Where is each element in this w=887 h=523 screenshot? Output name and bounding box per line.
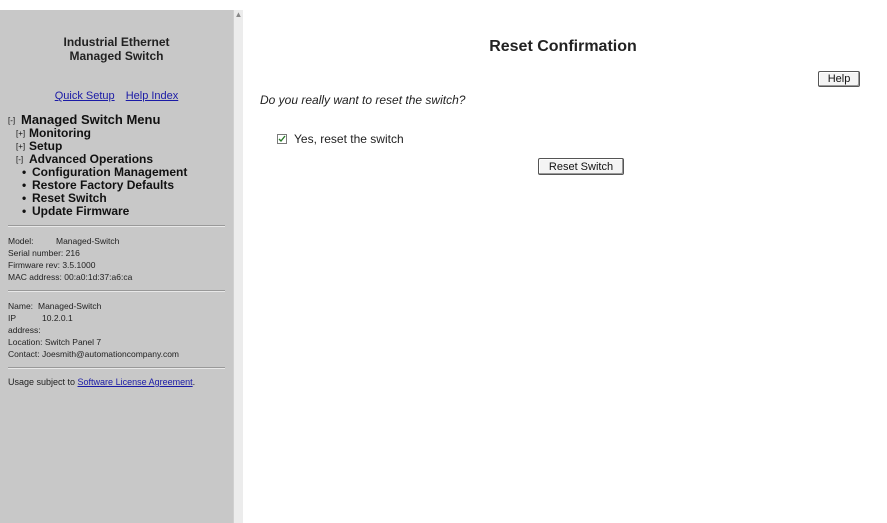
name-row: Name: Managed-Switch <box>8 300 225 312</box>
product-title: Industrial Ethernet Managed Switch <box>8 35 225 63</box>
mac-label: MAC address: <box>8 272 62 282</box>
ip-row: IP address: 10.2.0.1 <box>8 312 225 336</box>
expand-toggle[interactable]: [+] <box>16 127 29 140</box>
menu-root-label[interactable]: Managed Switch Menu <box>21 112 160 127</box>
ip-value: 10.2.0.1 <box>42 313 73 323</box>
model-row: Model: Managed-Switch <box>8 235 225 247</box>
contact-row: Contact: Joesmith@automationcompany.com <box>8 348 225 360</box>
serial-row: Serial number: 216 <box>8 247 225 259</box>
usage-suffix: . <box>192 377 196 387</box>
collapse-toggle[interactable]: [-] <box>8 114 21 127</box>
quick-setup-link[interactable]: Quick Setup <box>55 90 115 102</box>
location-row: Location: Switch Panel 7 <box>8 336 225 348</box>
menu-item-label[interactable]: Reset Switch <box>32 191 107 205</box>
expand-toggle[interactable]: [+] <box>16 140 29 153</box>
help-button[interactable]: Help <box>818 71 860 87</box>
network-info: Name: Managed-Switch IP address: 10.2.0.1 … <box>8 300 225 360</box>
menu-item-setup-label[interactable]: Setup <box>29 139 62 153</box>
switch-menu: [-] Managed Switch Menu [+] Monitoring [+]… <box>8 113 225 218</box>
location-label: Location: <box>8 337 43 347</box>
divider <box>8 225 225 227</box>
device-info: Model: Managed-Switch Serial number: 216 … <box>8 235 225 283</box>
firmware-row: Firmware rev: 3.5.1000 <box>8 259 225 271</box>
menu-item-update-firmware[interactable]: • Update Firmware <box>8 205 225 218</box>
usage-notice: Usage subject to Software License Agreem… <box>8 377 225 388</box>
confirm-checkbox-label[interactable]: Yes, reset the switch <box>294 132 404 146</box>
bullet-icon: • <box>22 204 27 218</box>
menu-item-label[interactable]: Configuration Management <box>32 165 187 179</box>
firmware-value: 3.5.1000 <box>62 260 96 270</box>
menu-item-label[interactable]: Update Firmware <box>32 204 129 218</box>
usage-prefix: Usage subject to <box>8 377 78 387</box>
reset-switch-button[interactable]: Reset Switch <box>538 158 624 175</box>
divider <box>8 290 225 292</box>
name-value: Managed-Switch <box>38 301 102 311</box>
product-title-line1: Industrial Ethernet <box>63 35 170 49</box>
contact-value: Joesmith@automationcompany.com <box>42 349 180 359</box>
license-link[interactable]: Software License Agreement <box>78 377 193 387</box>
menu-item-label[interactable]: Restore Factory Defaults <box>32 178 174 192</box>
model-label: Model: <box>8 236 34 246</box>
sidebar-scrollbar[interactable]: ▲ <box>233 10 243 523</box>
name-label: Name: <box>8 301 34 311</box>
sidebar-links: Quick Setup Help Index <box>8 90 225 102</box>
confirm-question: Do you really want to reset the switch? <box>260 93 466 107</box>
checkmark-icon <box>278 135 286 143</box>
firmware-label: Firmware rev: <box>8 260 60 270</box>
scroll-up-icon[interactable]: ▲ <box>234 10 243 20</box>
location-value: Switch Panel 7 <box>44 337 102 347</box>
menu-item-monitoring-label[interactable]: Monitoring <box>29 126 91 140</box>
mac-value: 00:a0:1d:37:a6:ca <box>64 272 133 282</box>
divider <box>8 367 225 369</box>
confirm-checkbox-row[interactable]: Yes, reset the switch <box>277 132 404 146</box>
menu-item-advanced-label[interactable]: Advanced Operations <box>29 152 153 166</box>
product-title-line2: Managed Switch <box>69 49 164 63</box>
confirm-checkbox[interactable] <box>277 134 287 144</box>
serial-label: Serial number: <box>8 248 64 258</box>
model-value: Managed-Switch <box>56 236 120 246</box>
sidebar: Industrial Ethernet Managed Switch Quick… <box>0 10 233 523</box>
mac-row: MAC address: 00:a0:1d:37:a6:ca <box>8 271 225 283</box>
main-content: Reset Confirmation Help Do you really wa… <box>243 10 887 523</box>
page-title: Reset Confirmation <box>489 38 637 55</box>
menu-root[interactable]: [-] Managed Switch Menu <box>8 113 225 127</box>
serial-value: 216 <box>65 248 80 258</box>
contact-label: Contact: <box>8 349 40 359</box>
help-index-link[interactable]: Help Index <box>126 90 179 102</box>
